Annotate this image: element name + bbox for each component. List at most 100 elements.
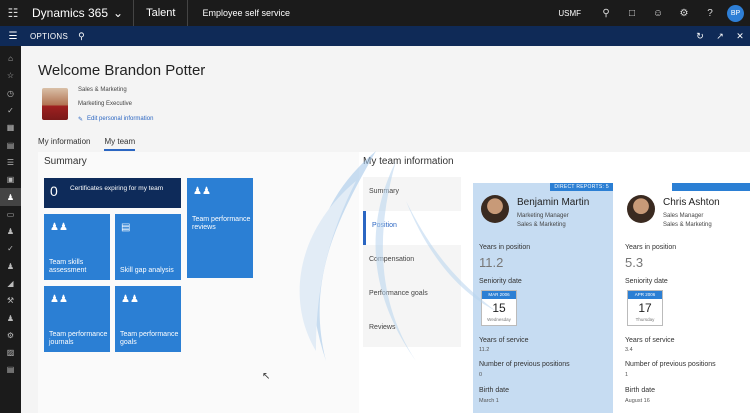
product-switcher[interactable]: Dynamics 365 ⌄ (26, 0, 135, 26)
team-performance-goals-tile[interactable]: ♟♟ Team performance goals (115, 286, 181, 352)
profile-department: Sales & Marketing (78, 87, 127, 93)
refresh-icon[interactable]: ↻ (690, 26, 710, 46)
hamburger-icon[interactable]: ☰ (0, 26, 26, 46)
close-icon[interactable]: ✕ (730, 26, 750, 46)
vtab-summary[interactable]: Summary (363, 177, 461, 211)
profile-photo (42, 88, 68, 120)
direct-reports-badge: DIRECT REPORTS: 5 (550, 183, 613, 191)
birth-date-value: March 1 (479, 398, 499, 404)
team-skills-assessment-tile[interactable]: ♟♟ Team skills assessment (44, 214, 110, 280)
open-new-icon[interactable]: ↗ (710, 26, 730, 46)
settings-icon[interactable]: ⚙ (0, 327, 21, 344)
document-icon[interactable]: ▤ (0, 136, 21, 153)
list-icon[interactable]: ☰ (0, 154, 21, 171)
vtab-reviews[interactable]: Reviews (363, 313, 461, 347)
pencil-icon: ✎ (78, 117, 84, 123)
page-title: Welcome Brandon Potter (38, 62, 206, 79)
options-button[interactable]: OPTIONS (26, 32, 68, 41)
employee-card[interactable]: Chris Ashton Sales Manager Sales & Marke… (619, 183, 750, 413)
team-performance-journals-tile[interactable]: ♟♟ Team performance journals (44, 286, 110, 352)
years-in-position-value: 5.3 (625, 255, 644, 270)
team-icon[interactable]: ♟ (0, 188, 21, 206)
tab-my-information[interactable]: My information (38, 137, 90, 151)
app-name[interactable]: Talent (134, 0, 189, 26)
years-of-service-value: 3.4 (625, 347, 633, 353)
document-icon: ▤ (121, 222, 131, 233)
employee-department: Sales & Marketing (663, 222, 712, 228)
area-name: Employee self service (202, 8, 290, 18)
cert-text: Certificates expiring for my team (70, 185, 164, 192)
years-in-position-label: Years in position (625, 244, 677, 251)
calendar-icon[interactable]: ▣ (0, 171, 21, 188)
tile-label: Team performance reviews (192, 216, 251, 231)
calendar-weekday: Wednesday (487, 317, 511, 322)
employee-card[interactable]: DIRECT REPORTS: 5 Benjamin Martin Market… (473, 183, 613, 413)
message-icon[interactable]: □ (619, 0, 645, 26)
clock-icon[interactable]: ◷ (0, 85, 21, 102)
help-icon[interactable]: ? (697, 0, 723, 26)
employee-name: Chris Ashton (663, 197, 720, 208)
search-icon[interactable]: ⚲ (593, 0, 619, 26)
folder-icon[interactable]: ▭ (0, 206, 21, 223)
people-icon: ♟♟ (193, 186, 211, 197)
employee-title: Marketing Manager (517, 213, 569, 219)
seniority-calendar: MAR 2006 15 Wednesday (481, 290, 517, 326)
summary-heading: Summary (44, 156, 87, 167)
grid-icon[interactable]: ▦ (0, 119, 21, 136)
summary-panel: Summary 0 Certificates expiring for my t… (38, 152, 359, 413)
card-header-bar (672, 183, 750, 191)
team-performance-reviews-tile[interactable]: ♟♟ Team performance reviews (187, 178, 253, 278)
page-tabs: My information My team (38, 137, 136, 151)
birth-date-label: Birth date (625, 387, 655, 394)
people-icon: ♟♟ (121, 294, 139, 305)
birth-date-label: Birth date (479, 387, 509, 394)
check-icon[interactable]: ✓ (0, 102, 21, 119)
user-avatar[interactable]: BP (727, 4, 744, 22)
star-icon[interactable]: ☆ (0, 67, 21, 84)
calendar-weekday: Thursday (635, 317, 655, 322)
tools-icon[interactable]: ⚒ (0, 292, 21, 309)
team-info-panel: My team information Summary Position Com… (359, 152, 750, 413)
tab-my-team[interactable]: My team (104, 137, 136, 151)
calendar-day: 15 (492, 301, 506, 315)
main-content: Welcome Brandon Potter Sales & Marketing… (21, 46, 750, 413)
calendar-month: APR 2006 (628, 291, 662, 299)
employee-name: Benjamin Martin (517, 197, 590, 208)
chart-icon[interactable]: ▤ (0, 361, 21, 378)
skill-gap-analysis-tile[interactable]: ▤ Skill gap analysis (115, 214, 181, 280)
mouse-cursor-icon: ↖ (262, 371, 271, 382)
tile-label: Team performance journals (49, 331, 108, 346)
previous-positions-label: Number of previous positions (479, 361, 570, 368)
home-icon[interactable]: ⌂ (0, 50, 21, 67)
briefcase-icon[interactable]: ▨ (0, 344, 21, 361)
group-icon[interactable]: ♟ (0, 309, 21, 326)
check-icon[interactable]: ✓ (0, 240, 21, 257)
tile-label: Skill gap analysis (120, 267, 174, 274)
smiley-icon[interactable]: ☺ (645, 0, 671, 26)
vtab-performance-goals[interactable]: Performance goals (363, 279, 461, 313)
person-edit-icon[interactable]: ♟ (0, 258, 21, 275)
years-in-position-value: 11.2 (479, 255, 504, 270)
org-chart-icon[interactable]: ◢ (0, 275, 21, 292)
employee-title: Sales Manager (663, 213, 704, 219)
team-info-tabs: Summary Position Compensation Performanc… (363, 177, 461, 347)
calendar-day: 17 (638, 301, 652, 315)
profile-job-title: Marketing Executive (78, 101, 133, 107)
vtab-position[interactable]: Position (363, 211, 461, 245)
previous-positions-value: 1 (625, 372, 629, 378)
years-of-service-label: Years of service (479, 337, 529, 344)
search-icon[interactable]: ⚲ (78, 31, 85, 42)
edit-link-label: Edit personal information (87, 116, 154, 122)
certificates-tile[interactable]: 0 Certificates expiring for my team (44, 178, 181, 208)
seniority-date-label: Seniority date (625, 278, 668, 285)
company-picker[interactable]: USMF (546, 9, 593, 18)
seniority-date-label: Seniority date (479, 278, 522, 285)
previous-positions-label: Number of previous positions (625, 361, 716, 368)
person-icon[interactable]: ♟ (0, 223, 21, 240)
vtab-compensation[interactable]: Compensation (363, 245, 461, 279)
gear-icon[interactable]: ⚙ (671, 0, 697, 26)
side-nav: ⌂ ☆ ◷ ✓ ▦ ▤ ☰ ▣ ♟ ▭ ♟ ✓ ♟ ◢ ⚒ ♟ ⚙ ▨ ▤ (0, 46, 21, 413)
app-launcher-icon[interactable]: ☷ (0, 0, 26, 26)
employee-photo (627, 195, 655, 223)
edit-personal-info-link[interactable]: ✎ Edit personal information (78, 116, 153, 123)
